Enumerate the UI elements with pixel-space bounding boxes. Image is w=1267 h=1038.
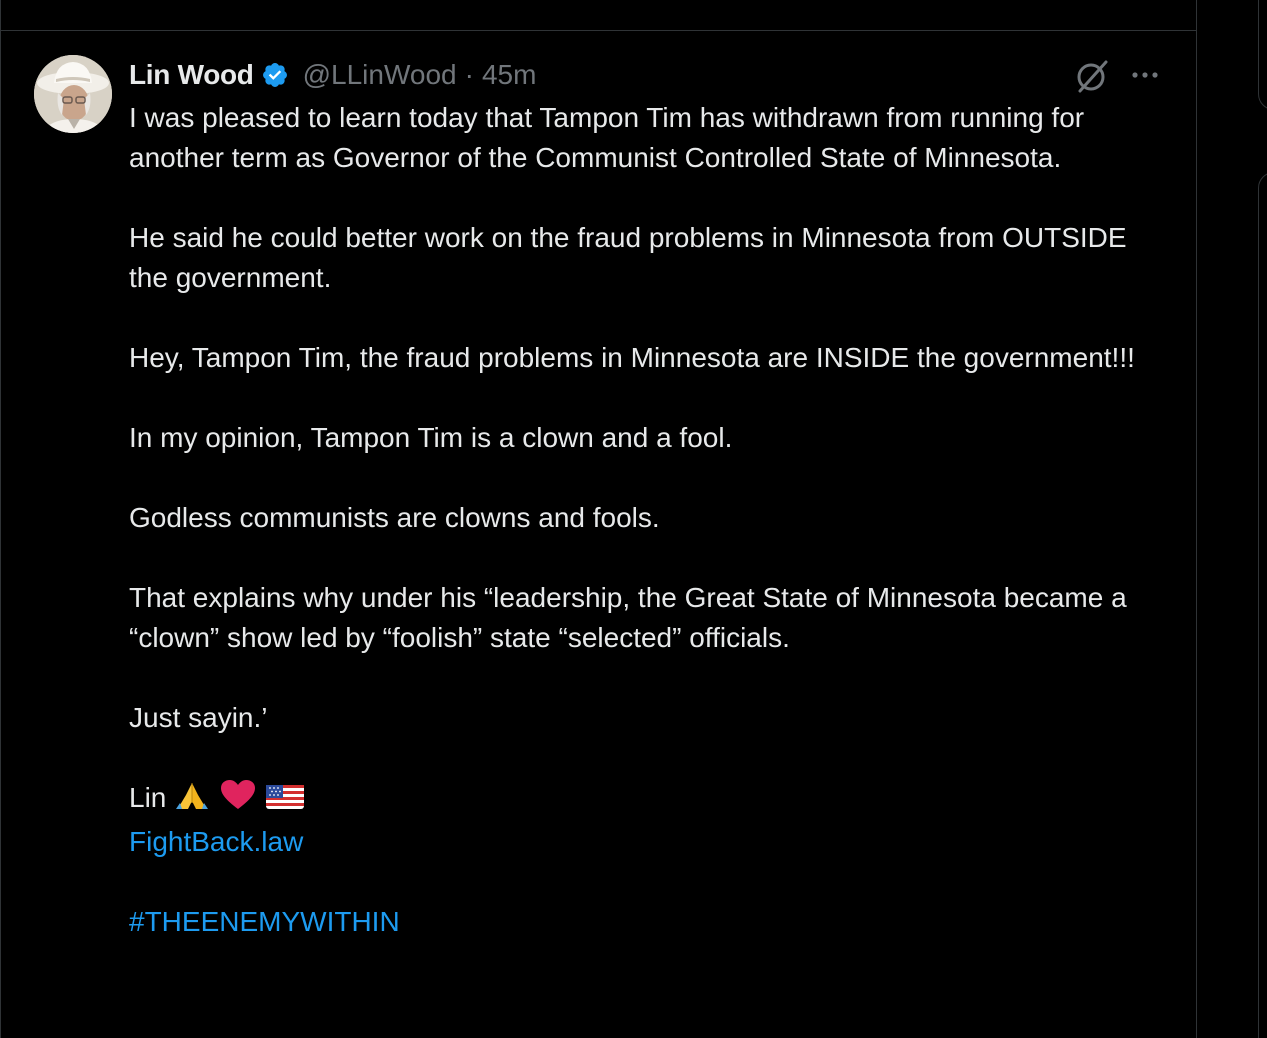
- folded-hands-emoji: [174, 779, 210, 822]
- header-separator: ·: [464, 59, 474, 90]
- tweet-paragraph: In my opinion, Tampon Tim is a clown and…: [129, 422, 733, 453]
- signature: Lin: [129, 782, 167, 813]
- app-frame: Lin Wood @LLinWood · 45m I was pleased t…: [0, 0, 1267, 1038]
- tweet-paragraph: That explains why under his “leadership,…: [129, 582, 1127, 653]
- tweet-paragraph: I was pleased to learn today that Tampon…: [129, 102, 1085, 173]
- tweet-text: I was pleased to learn today that Tampon…: [129, 98, 1169, 942]
- timestamp[interactable]: 45m: [482, 59, 536, 91]
- author-display-name[interactable]: Lin Wood: [129, 59, 254, 91]
- tweet-paragraph: Godless communists are clowns and fools.: [129, 502, 660, 533]
- link-line: FightBack.law: [129, 822, 1169, 862]
- tweet-header: Lin Wood @LLinWood · 45m: [129, 56, 536, 94]
- grok-slash-icon[interactable]: [1074, 58, 1110, 94]
- signature-line: Lin: [129, 778, 1169, 822]
- red-heart-emoji: [220, 779, 256, 822]
- fightback-link[interactable]: FightBack.law: [129, 826, 303, 857]
- more-horizontal-icon[interactable]: [1128, 62, 1164, 88]
- hashtag-line: #THEENEMYWITHIN: [129, 902, 1169, 942]
- verified-badge-icon[interactable]: [261, 61, 289, 89]
- avatar[interactable]: [34, 55, 112, 133]
- tweet-paragraph: He said he could better work on the frau…: [129, 222, 1127, 293]
- tweet-paragraph: Just sayin.’: [129, 702, 268, 733]
- hashtag-link[interactable]: #THEENEMYWITHIN: [129, 906, 400, 937]
- timeline-right-border: [1196, 0, 1197, 1038]
- sidebar-card: [1258, 172, 1267, 1038]
- author-handle[interactable]: @LLinWood: [303, 59, 457, 91]
- sidebar-card: [1258, 0, 1267, 110]
- profile-avatar: [34, 55, 112, 133]
- tweet[interactable]: Lin Wood @LLinWood · 45m I was pleased t…: [0, 0, 1196, 1007]
- us-flag-emoji: [265, 782, 304, 822]
- tweet-paragraph: Hey, Tampon Tim, the fraud problems in M…: [129, 342, 1135, 373]
